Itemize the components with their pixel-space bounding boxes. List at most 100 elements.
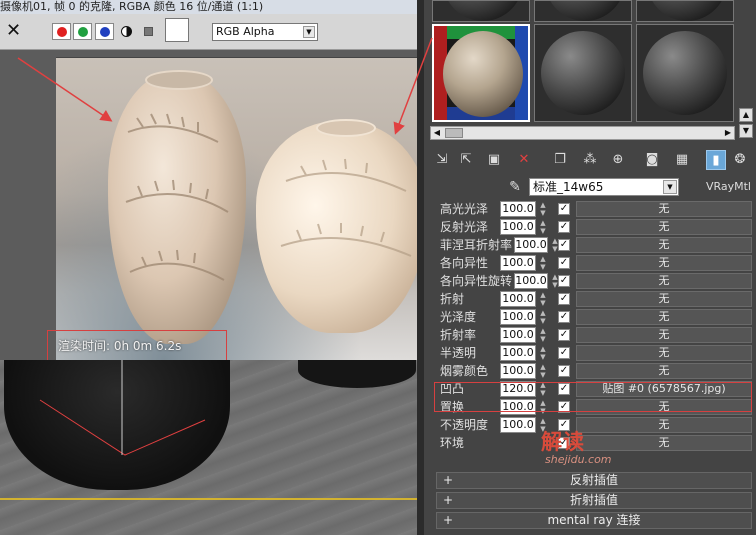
material-slot-5[interactable] bbox=[534, 24, 632, 122]
param-map-button[interactable]: 无 bbox=[576, 219, 752, 235]
param-map-button[interactable]: 无 bbox=[576, 273, 752, 289]
scroll-left-icon[interactable]: ◀ bbox=[431, 127, 443, 139]
param-value-field[interactable]: 100.0 bbox=[500, 219, 536, 235]
spinner-icon[interactable]: ▲ ▼ bbox=[538, 291, 548, 307]
material-name-field[interactable]: 标准_14w65 ▼ bbox=[529, 178, 679, 196]
param-value-field[interactable]: 100.0 bbox=[500, 363, 536, 379]
param-map-button[interactable]: 无 bbox=[576, 201, 752, 217]
param-enable-checkbox[interactable]: ✓ bbox=[558, 293, 570, 305]
param-map-button[interactable]: 无 bbox=[576, 363, 752, 379]
param-value-field[interactable]: 100.0 bbox=[500, 309, 536, 325]
material-type-button[interactable]: VRayMtl bbox=[687, 178, 751, 196]
param-map-button[interactable]: 无 bbox=[576, 291, 752, 307]
show-end-result-icon[interactable]: ▮ bbox=[706, 150, 726, 170]
scroll-right-icon[interactable]: ▶ bbox=[722, 127, 734, 139]
rollout-label: 反射插值 bbox=[569, 473, 618, 487]
scroll-up-icon[interactable]: ▲ bbox=[739, 108, 753, 122]
param-enable-checkbox[interactable]: ✓ bbox=[558, 239, 570, 251]
param-map-button[interactable]: 无 bbox=[576, 237, 752, 253]
blue-channel-toggle[interactable] bbox=[95, 23, 114, 40]
param-row: 各向异性旋转 100.0 ▲ ▼ ✓ 无 bbox=[432, 272, 754, 290]
put-to-library-icon[interactable]: ⊕ bbox=[608, 150, 628, 170]
param-value-field[interactable]: 100.0 bbox=[500, 255, 536, 271]
param-value-field[interactable]: 100.0 bbox=[500, 291, 536, 307]
close-icon[interactable]: ✕ bbox=[6, 22, 21, 40]
green-channel-toggle[interactable] bbox=[73, 23, 92, 40]
spinner-icon[interactable]: ▲ ▼ bbox=[538, 327, 548, 343]
material-slot-3[interactable] bbox=[636, 0, 734, 22]
param-row: 反射光泽 100.0 ▲ ▼ ✓ 无 bbox=[432, 218, 754, 236]
param-map-button[interactable]: 无 bbox=[576, 255, 752, 271]
put-to-scene-icon[interactable]: ⇱ bbox=[456, 150, 476, 170]
spinner-icon[interactable]: ▲ ▼ bbox=[538, 309, 548, 325]
material-slot-2[interactable] bbox=[534, 0, 632, 22]
alpha-channel-icon[interactable] bbox=[121, 26, 132, 37]
param-label: 各向异性旋转 bbox=[440, 274, 513, 288]
make-unique-icon[interactable]: ⁂ bbox=[580, 150, 600, 170]
color-swatch[interactable] bbox=[165, 18, 189, 42]
red-channel-toggle[interactable] bbox=[52, 23, 71, 40]
go-to-parent-icon[interactable]: ❂ bbox=[730, 150, 750, 170]
selection-wire-icon bbox=[39, 360, 206, 456]
sphere-icon bbox=[443, 1, 523, 21]
spinner-icon[interactable]: ▲ ▼ bbox=[538, 255, 548, 271]
assign-to-selection-icon[interactable]: ▣ bbox=[484, 150, 504, 170]
chevron-down-icon: ▼ bbox=[303, 26, 315, 38]
get-material-icon[interactable]: ⇲ bbox=[432, 150, 452, 170]
perspective-viewport[interactable] bbox=[0, 360, 417, 535]
spinner-icon[interactable]: ▲ ▼ bbox=[538, 345, 548, 361]
spinner-icon[interactable]: ▲ ▼ bbox=[538, 363, 548, 379]
reset-map-icon[interactable]: ✕ bbox=[514, 150, 534, 170]
rollout-refract-interpolation[interactable]: + 折射插值 bbox=[436, 492, 752, 509]
channel-select[interactable]: RGB Alpha ▼ bbox=[212, 23, 318, 41]
param-label: 高光光泽 bbox=[440, 202, 489, 216]
param-map-button[interactable]: 无 bbox=[576, 327, 752, 343]
material-slot-6[interactable] bbox=[636, 24, 734, 122]
panel-splitter[interactable] bbox=[417, 0, 424, 535]
spinner-icon[interactable]: ▲ ▼ bbox=[538, 201, 548, 217]
rollout-label: mental ray 连接 bbox=[547, 513, 641, 527]
param-enable-checkbox[interactable]: ✓ bbox=[558, 203, 570, 215]
param-enable-checkbox[interactable]: ✓ bbox=[558, 275, 570, 287]
param-label: 折射率 bbox=[440, 328, 477, 342]
param-enable-checkbox[interactable]: ✓ bbox=[558, 221, 570, 233]
param-row: 高光光泽 100.0 ▲ ▼ ✓ 无 bbox=[432, 200, 754, 218]
scroll-thumb[interactable] bbox=[445, 128, 463, 138]
spinner-icon[interactable]: ▲ ▼ bbox=[538, 219, 548, 235]
param-map-button[interactable]: 无 bbox=[576, 345, 752, 361]
render-time-label: 渲染时间: 0h 0m 6.2s bbox=[47, 330, 227, 363]
rollout-mental-ray[interactable]: + mental ray 连接 bbox=[436, 512, 752, 529]
param-value-field[interactable]: 100.0 bbox=[514, 273, 548, 289]
param-value-field[interactable]: 100.0 bbox=[500, 417, 536, 433]
param-value-field[interactable]: 100.0 bbox=[514, 237, 548, 253]
param-label: 反射光泽 bbox=[440, 220, 489, 234]
material-slot-1[interactable] bbox=[432, 0, 530, 22]
param-enable-checkbox[interactable]: ✓ bbox=[558, 311, 570, 323]
bump-row-highlight bbox=[434, 382, 752, 412]
material-id-icon[interactable]: ◙ bbox=[642, 150, 662, 170]
make-copy-icon[interactable]: ❐ bbox=[550, 150, 570, 170]
scroll-down-icon[interactable]: ▼ bbox=[739, 124, 753, 138]
param-value-field[interactable]: 100.0 bbox=[500, 201, 536, 217]
slot-scrollbar[interactable]: ◀ ▶ bbox=[430, 126, 735, 140]
rollout-label: 折射插值 bbox=[569, 493, 618, 507]
material-slot-4-selected[interactable] bbox=[432, 24, 530, 122]
param-enable-checkbox[interactable]: ✓ bbox=[558, 257, 570, 269]
param-label: 半透明 bbox=[440, 346, 477, 360]
param-enable-checkbox[interactable]: ✓ bbox=[558, 347, 570, 359]
rollout-reflect-interpolation[interactable]: + 反射插值 bbox=[436, 472, 752, 489]
param-enable-checkbox[interactable]: ✓ bbox=[558, 365, 570, 377]
render-image bbox=[56, 57, 417, 360]
param-label: 光泽度 bbox=[440, 310, 477, 324]
vase-left bbox=[108, 70, 246, 344]
show-map-icon[interactable]: ▦ bbox=[672, 150, 692, 170]
param-value-field[interactable]: 100.0 bbox=[500, 327, 536, 343]
monochrome-icon[interactable] bbox=[144, 27, 153, 36]
eyedropper-icon[interactable]: ✎ bbox=[506, 178, 524, 196]
param-row: 半透明 100.0 ▲ ▼ ✓ 无 bbox=[432, 344, 754, 362]
param-value-field[interactable]: 100.0 bbox=[500, 345, 536, 361]
param-label: 烟雾颜色 bbox=[440, 364, 489, 378]
watermark: 解读 shejidu.com bbox=[541, 430, 661, 470]
param-enable-checkbox[interactable]: ✓ bbox=[558, 329, 570, 341]
param-map-button[interactable]: 无 bbox=[576, 309, 752, 325]
